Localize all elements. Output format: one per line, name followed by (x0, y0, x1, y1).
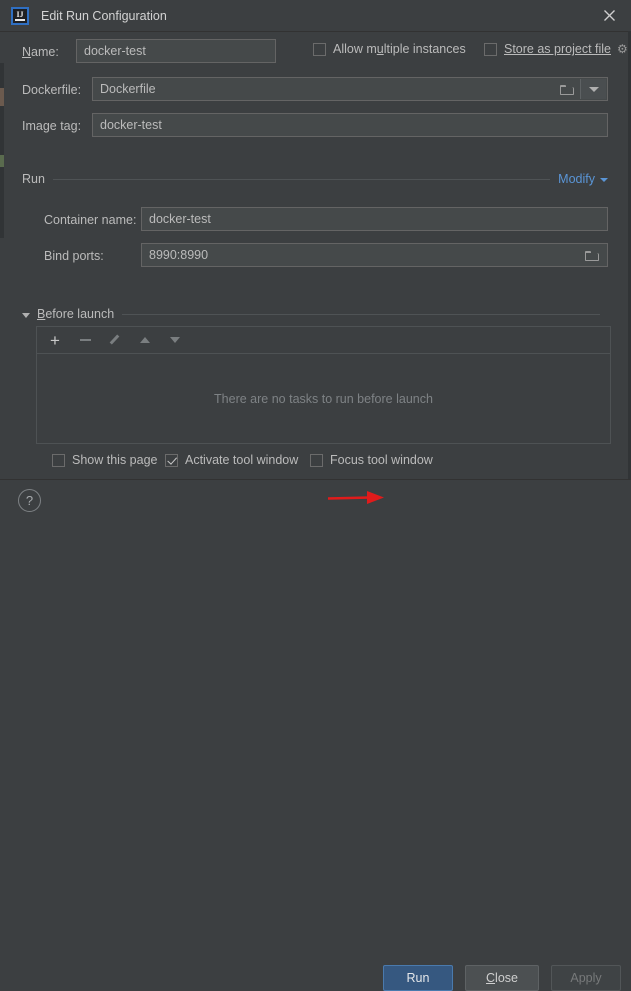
chevron-down-icon (588, 86, 599, 92)
dockerfile-combo[interactable]: Dockerfile (92, 77, 608, 101)
name-label: Name: (22, 45, 59, 59)
image-tag-input[interactable]: docker-test (92, 113, 608, 137)
run-group-title: Run (22, 172, 45, 186)
dockerfile-browse-button[interactable] (553, 79, 581, 99)
gear-icon[interactable]: ⚙ (617, 43, 628, 55)
move-down-button (167, 332, 183, 348)
activate-tool-window-label: Activate tool window (185, 453, 299, 467)
allow-multiple-instances-label: Allow multiple instances (333, 42, 466, 56)
run-group-header: Run Modify (22, 172, 608, 186)
apply-button: Apply (551, 965, 621, 991)
add-task-button[interactable]: + (47, 330, 63, 350)
bind-ports-value: 8990:8990 (149, 248, 209, 262)
dialog-title: Edit Run Configuration (41, 8, 167, 23)
image-tag-value: docker-test (100, 118, 162, 132)
before-launch-title-rest: efore launch (45, 307, 115, 321)
image-tag-label: Image tag: (22, 119, 82, 133)
chevron-down-icon (600, 178, 608, 182)
chevron-down-icon (22, 312, 30, 318)
show-this-page-checkbox[interactable]: Show this page (52, 453, 157, 467)
dialog-footer: ? Run Close Apply (0, 479, 631, 991)
run-button[interactable]: Run (383, 965, 453, 991)
modify-label: Modify (558, 172, 595, 186)
before-launch-separator (122, 313, 600, 315)
before-launch-title: Before launch (37, 307, 115, 321)
close-icon[interactable] (587, 0, 631, 30)
allow-multiple-instances-box (313, 42, 326, 56)
store-as-project-file-label: Store as project file (504, 42, 611, 56)
move-up-button (137, 332, 153, 348)
bind-ports-label: Bind ports: (44, 249, 104, 263)
folder-icon (560, 84, 574, 95)
minus-icon (79, 339, 91, 341)
intellij-idea-logo-icon: IJ (11, 6, 29, 25)
gutter-marker-1 (0, 88, 4, 106)
folder-icon (585, 250, 599, 261)
editor-gutter-sliver (0, 63, 4, 238)
dockerfile-label: Dockerfile: (22, 83, 82, 97)
close-button[interactable]: Close (465, 965, 539, 991)
allow-multiple-instances-checkbox[interactable]: Allow multiple instances (313, 42, 466, 56)
show-this-page-box (52, 453, 65, 467)
activate-tool-window-box (165, 453, 178, 467)
before-launch-panel: + There are no tasks to run before launc… (36, 326, 611, 444)
pencil-icon (109, 334, 121, 346)
container-name-input[interactable]: docker-test (141, 207, 608, 231)
bind-ports-input[interactable]: 8990:8990 (141, 243, 608, 267)
run-group-separator (52, 178, 551, 180)
name-input-value: docker-test (84, 44, 146, 58)
show-this-page-label: Show this page (72, 453, 158, 467)
edit-task-button (107, 332, 123, 348)
name-label-rest: ame: (31, 45, 59, 59)
container-name-value: docker-test (149, 212, 211, 226)
close-button-rest: lose (495, 971, 518, 985)
before-launch-empty-message: There are no tasks to run before launch (214, 391, 433, 406)
dockerfile-value: Dockerfile (100, 82, 156, 96)
close-glyph (603, 9, 615, 21)
before-launch-header[interactable]: Before launch (22, 307, 608, 321)
arrow-down-icon (170, 337, 180, 343)
dialog-title-bar: IJ Edit Run Configuration (0, 0, 631, 32)
focus-tool-window-label: Focus tool window (330, 453, 433, 467)
arrow-up-icon (140, 337, 150, 343)
store-as-project-file-box (484, 42, 497, 56)
dockerfile-dropdown-button[interactable] (580, 79, 606, 99)
focus-tool-window-checkbox[interactable]: Focus tool window (310, 453, 433, 467)
plus-icon: + (50, 330, 60, 350)
store-as-project-file-checkbox[interactable]: Store as project file ⚙ (484, 42, 628, 56)
container-name-label: Container name: (44, 213, 137, 227)
help-button[interactable]: ? (18, 489, 41, 512)
gutter-marker-2 (0, 155, 4, 167)
remove-task-button (77, 332, 93, 348)
before-launch-toolbar: + (37, 327, 610, 354)
activate-tool-window-checkbox[interactable]: Activate tool window (165, 453, 298, 467)
focus-tool-window-box (310, 453, 323, 467)
name-input[interactable]: docker-test (76, 39, 276, 63)
bind-ports-browse-button[interactable] (579, 244, 605, 266)
modify-link[interactable]: Modify (558, 172, 608, 186)
